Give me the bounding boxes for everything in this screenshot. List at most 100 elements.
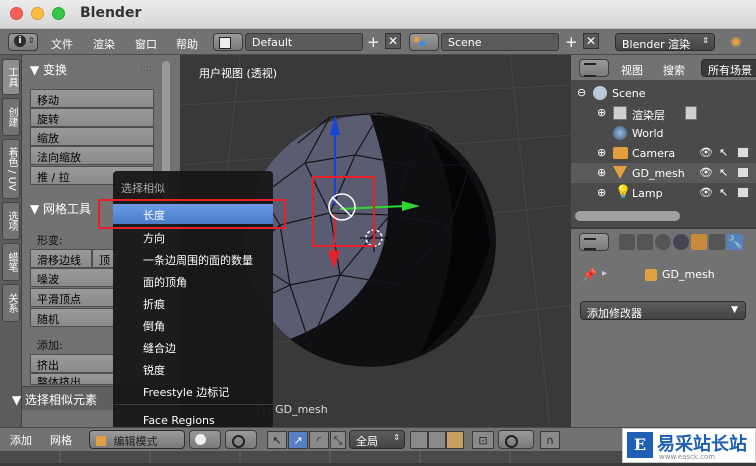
tab-grease-pencil[interactable]: 蜡笔 [2, 243, 20, 281]
edge-select-icon[interactable] [428, 431, 446, 449]
expand-icon[interactable]: ⊕ [597, 166, 606, 179]
menu-item-crease[interactable]: 折痕 [143, 296, 165, 312]
outliner-menu-view[interactable]: 视图 [621, 62, 643, 78]
render-engine-select[interactable]: Blender 渲染 ⇕ [615, 33, 715, 51]
constraints-context-icon[interactable] [709, 234, 725, 250]
transform-orientation-label: 全局 [356, 435, 378, 448]
menu-item-direction[interactable]: 方向 [143, 230, 165, 246]
remove-layout-icon[interactable]: ✕ [385, 33, 401, 49]
rotate-button[interactable]: 旋转 [30, 108, 154, 127]
menu-window[interactable]: 窗口 [135, 36, 157, 52]
editor-type-properties-icon[interactable] [579, 233, 609, 251]
mesh-tools-panel-header[interactable]: ▼ 网格工具 [30, 200, 91, 217]
cursor-select-icon[interactable]: ↖ [719, 146, 728, 159]
editor-type-outliner-icon[interactable] [579, 59, 609, 77]
render-toggle-icon[interactable] [737, 147, 749, 158]
drag-handle-icon[interactable]: :::: [140, 64, 152, 74]
scale-button[interactable]: 缩放 [30, 127, 154, 146]
eye-icon[interactable]: 👁 [699, 186, 713, 199]
menu-render[interactable]: 渲染 [93, 36, 115, 52]
modifier-wrench-icon[interactable]: 🔧 [727, 234, 743, 250]
vertex-select-icon[interactable] [410, 431, 428, 449]
menu-item-bevel[interactable]: 倒角 [143, 318, 165, 334]
pivot-point-select[interactable] [225, 430, 257, 449]
eye-icon[interactable]: 👁 [699, 166, 713, 179]
translate-manipulator-icon[interactable]: ↗ [288, 431, 308, 449]
noise-button[interactable]: 噪波 [30, 268, 114, 287]
smooth-vertex-button[interactable]: 平滑顶点 [30, 288, 114, 307]
outliner-row-lamp[interactable]: ⊕ 💡 Lamp 👁 ↖ [571, 183, 756, 203]
add-layout-icon[interactable]: + [367, 34, 380, 50]
maximize-window-button[interactable] [52, 7, 65, 20]
expand-icon[interactable]: ⊕ [597, 186, 606, 199]
interaction-mode-select[interactable]: 编辑模式 [89, 430, 185, 449]
scale-manipulator-icon[interactable]: ⤡ [330, 431, 346, 449]
shrink-fatten-button[interactable]: 法向缩放 [30, 146, 154, 165]
render-context-icon[interactable] [619, 234, 635, 250]
pin-icon[interactable]: 📌 [582, 268, 597, 282]
outliner-row-world[interactable]: World [571, 123, 756, 143]
outliner-row-scene[interactable]: ⊖ Scene [571, 83, 756, 103]
menu-item-freestyle-edge[interactable]: Freestyle 边标记 [143, 384, 229, 400]
transform-orientation-select[interactable]: 全局 ⇕ [349, 430, 405, 449]
limit-selection-icon[interactable]: ⊡ [472, 431, 494, 449]
gizmo-x-axis[interactable] [333, 214, 336, 254]
render-icon[interactable] [685, 106, 697, 120]
rotate-manipulator-icon[interactable]: ◜ [309, 431, 329, 449]
randomize-button[interactable]: 随机 [30, 308, 114, 327]
cursor-select-icon[interactable]: ↖ [719, 166, 728, 179]
render-toggle-icon[interactable] [737, 167, 749, 178]
outliner-menu-search[interactable]: 搜索 [663, 62, 685, 78]
render-toggle-icon[interactable] [737, 187, 749, 198]
proportional-edit-select[interactable] [498, 430, 534, 449]
menu-file[interactable]: 文件 [51, 36, 73, 52]
extrude-region-button[interactable]: 整体挤出 [30, 373, 114, 385]
outliner-row-camera[interactable]: ⊕ Camera 👁 ↖ [571, 143, 756, 163]
scene-icon[interactable] [409, 33, 439, 51]
object-context-icon[interactable] [691, 234, 707, 250]
expand-icon[interactable]: ⊕ [597, 106, 606, 119]
menu-item-face-angle[interactable]: 面的顶角 [143, 274, 187, 290]
outliner-row-gd-mesh[interactable]: ⊕ GD_mesh 👁 ↖ [571, 163, 756, 183]
transform-panel-header[interactable]: ▼ 变换 [30, 61, 67, 78]
menu-item-face-count[interactable]: 一条边周围的面的数量 [143, 252, 253, 268]
menu-help[interactable]: 帮助 [176, 36, 198, 52]
remove-scene-icon[interactable]: ✕ [583, 33, 599, 49]
menu-item-sharpness[interactable]: 锐度 [143, 362, 165, 378]
face-select-icon[interactable] [446, 431, 464, 449]
slide-edge-button[interactable]: 滑移边线 [30, 249, 92, 268]
collapse-icon[interactable]: ⊖ [577, 86, 586, 99]
add-modifier-select[interactable]: 添加修改器 ▼ [580, 301, 746, 320]
minimize-window-button[interactable] [31, 7, 44, 20]
extrude-button[interactable]: 挤出 [30, 354, 114, 373]
outliner-hscrollbar[interactable] [575, 211, 680, 221]
viewport-shading-select[interactable] [189, 430, 221, 449]
tab-tools[interactable]: 工具 [2, 59, 20, 95]
world-context-icon[interactable] [673, 234, 689, 250]
menu-add[interactable]: 添加 [10, 432, 32, 448]
render-layer-context-icon[interactable] [637, 234, 653, 250]
cursor-select-icon[interactable]: ↖ [719, 186, 728, 199]
operator-panel-header[interactable]: ▼ 选择相似元素 [12, 391, 97, 408]
editor-type-info-icon[interactable]: i ⇕ [8, 33, 38, 51]
scene-context-icon[interactable] [655, 234, 671, 250]
eye-icon[interactable]: 👁 [699, 146, 713, 159]
menu-item-seam[interactable]: 缝合边 [143, 340, 176, 356]
add-scene-icon[interactable]: + [565, 34, 578, 50]
tab-create[interactable]: 创建 [2, 98, 20, 136]
manipulator-toggle-icon[interactable]: ↖ [267, 431, 287, 449]
screen-layout-icon[interactable] [213, 33, 243, 51]
snap-magnet-icon[interactable]: ∩ [540, 431, 560, 449]
tab-relations[interactable]: 关系 [2, 284, 20, 322]
close-window-button[interactable] [10, 7, 23, 20]
outliner-row-render-layers[interactable]: ⊕ 渲染层 [571, 103, 756, 123]
outliner-filter-select[interactable]: 所有场景 [701, 59, 756, 77]
layout-name-field[interactable]: Default [245, 33, 363, 51]
scene-name-field[interactable]: Scene [441, 33, 559, 51]
tab-shading-uv[interactable]: 着色 / UV [2, 139, 20, 199]
tab-options[interactable]: 选项 [2, 202, 20, 240]
menu-mesh[interactable]: 网格 [50, 432, 72, 448]
menu-item-face-regions[interactable]: Face Regions [143, 414, 215, 427]
expand-icon[interactable]: ⊕ [597, 146, 606, 159]
move-button[interactable]: 移动 [30, 89, 154, 108]
